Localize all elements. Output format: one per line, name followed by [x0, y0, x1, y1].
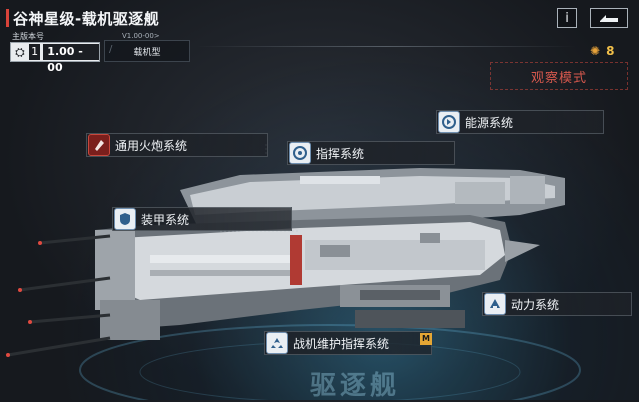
command-icon	[289, 142, 311, 164]
header-divider	[196, 46, 576, 47]
type-slash-icon: /	[109, 44, 113, 55]
system-label: 动力系统	[511, 297, 560, 312]
version-minor: 1.00 - 00	[43, 44, 99, 74]
version-selector[interactable]: ⛭ 1 1.00 - 00	[10, 42, 100, 74]
type-selector[interactable]: / 载机型	[104, 40, 190, 62]
system-label: 指挥系统	[316, 146, 365, 161]
system-label: 战机维护指挥系统	[293, 336, 390, 351]
back-button[interactable]	[590, 8, 628, 28]
system-label: 装甲系统	[141, 212, 190, 227]
floor-watermark: 驱逐舰	[310, 371, 401, 401]
shield-icon	[114, 208, 136, 230]
page-title: 谷神星级-载机驱逐舰	[13, 9, 160, 28]
resource-count: 8	[606, 44, 615, 58]
observe-mode-label: 观察模式	[530, 70, 587, 86]
version-small: V1.00-00>	[122, 32, 160, 40]
energy-icon	[438, 111, 460, 133]
info-icon: i	[565, 10, 569, 26]
engine-icon	[484, 293, 506, 315]
system-propulsion[interactable]: 动力系统	[482, 292, 632, 316]
system-carrier-command[interactable]: 战机维护指挥系统 M	[264, 331, 432, 355]
aircraft-icon	[266, 332, 288, 354]
version-label: 主版本号	[12, 32, 44, 41]
title-accent	[6, 9, 9, 27]
system-command[interactable]: 指挥系统	[287, 141, 455, 165]
back-icon	[600, 15, 618, 22]
system-armor[interactable]: 装甲系统	[112, 207, 292, 231]
version-major: 1	[28, 44, 41, 60]
type-label: 载机型	[133, 47, 161, 58]
emblem-icon: ✺	[590, 44, 601, 58]
system-energy[interactable]: 能源系统	[436, 110, 604, 134]
resource-counter: ✺ 8	[590, 44, 614, 58]
observe-mode-button[interactable]: 观察模式	[490, 62, 628, 90]
system-artillery[interactable]: 通用火炮系统	[86, 133, 268, 157]
warning-icon: M	[420, 333, 432, 345]
shell-icon	[88, 134, 110, 156]
version-icon: ⛭	[15, 45, 25, 59]
system-label: 通用火炮系统	[115, 138, 188, 153]
title-bar: 谷神星级-载机驱逐舰	[0, 5, 260, 31]
system-label: 能源系统	[465, 115, 514, 130]
info-button[interactable]: i	[557, 8, 577, 28]
version-panel: 主版本号 ⛭ 1 1.00 - 00 V1.00-00> / 载机型	[10, 31, 191, 74]
